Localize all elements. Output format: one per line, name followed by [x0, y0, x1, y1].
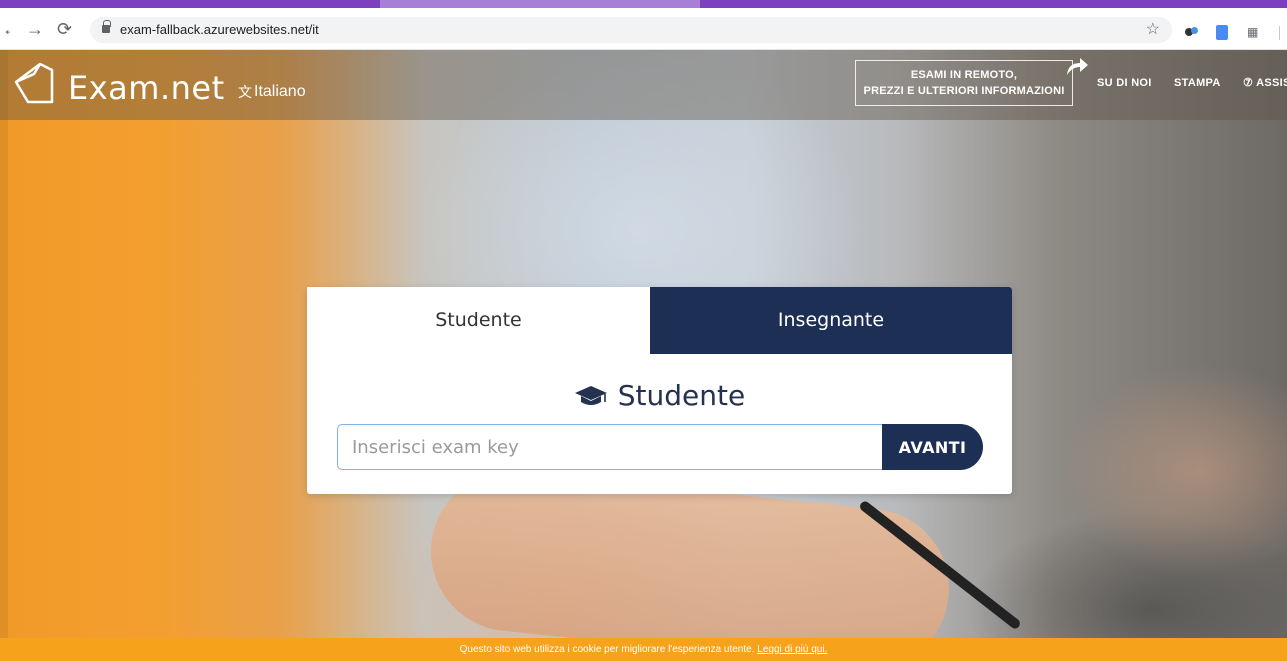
address-bar[interactable]: exam-fallback.azurewebsites.net/it ☆: [90, 17, 1172, 43]
language-selector[interactable]: Italiano: [254, 83, 306, 101]
forward-arrow-icon[interactable]: →: [26, 18, 44, 40]
browser-toolbar: ← → ⟳ exam-fallback.azurewebsites.net/it…: [0, 8, 1287, 50]
extension-icon[interactable]: [1185, 25, 1199, 39]
exam-key-input[interactable]: [337, 424, 885, 470]
browser-top-accent-highlight: [380, 0, 700, 8]
reload-icon[interactable]: ⟳: [57, 18, 75, 40]
toolbar-divider: [1279, 26, 1280, 40]
nav-about-link[interactable]: SU DI NOI: [1097, 76, 1152, 90]
lock-icon: [102, 20, 111, 33]
back-arrow-icon[interactable]: ←: [2, 18, 10, 40]
tab-teacher[interactable]: Insegnante: [650, 287, 1012, 354]
cookie-learn-more-link[interactable]: Leggi di più qui.: [757, 644, 827, 655]
bookmark-star-icon[interactable]: ☆: [1146, 19, 1160, 41]
exam-net-logo-icon[interactable]: [12, 60, 60, 106]
tab-student[interactable]: Studente: [307, 287, 650, 354]
docs-extension-icon[interactable]: [1216, 25, 1228, 40]
promo-line-1: ESAMI IN REMOTO,: [910, 69, 1018, 81]
site-header: Exam.net 文 Italiano: [0, 50, 1287, 120]
cookie-text: Questo sito web utilizza i cookie per mi…: [459, 644, 755, 655]
cookie-banner: Questo sito web utilizza i cookie per mi…: [0, 638, 1287, 661]
address-url[interactable]: exam-fallback.azurewebsites.net/it: [120, 21, 319, 39]
login-card: Studente Insegnante Studente AVANTI: [307, 287, 1012, 494]
login-title: Studente: [307, 379, 1012, 413]
curved-arrow-icon: [1067, 58, 1088, 75]
promo-line-2: PREZZI E ULTERIORI INFORMAZIONI: [863, 85, 1065, 97]
site-logo-text[interactable]: Exam.net: [68, 70, 225, 106]
login-title-text: Studente: [617, 379, 746, 412]
graduation-cap-icon: [574, 386, 607, 405]
nav-help-link[interactable]: ⑦ ASSISTENZA: [1243, 76, 1287, 90]
nav-print-link[interactable]: STAMPA: [1174, 76, 1221, 90]
window-edge: [0, 50, 8, 661]
apps-grid-icon[interactable]: ▦: [1247, 24, 1261, 39]
remote-exams-promo-button[interactable]: ESAMI IN REMOTO, PREZZI E ULTERIORI INFO…: [855, 60, 1073, 106]
avanti-button[interactable]: AVANTI: [882, 424, 983, 470]
language-icon[interactable]: 文: [238, 84, 252, 100]
